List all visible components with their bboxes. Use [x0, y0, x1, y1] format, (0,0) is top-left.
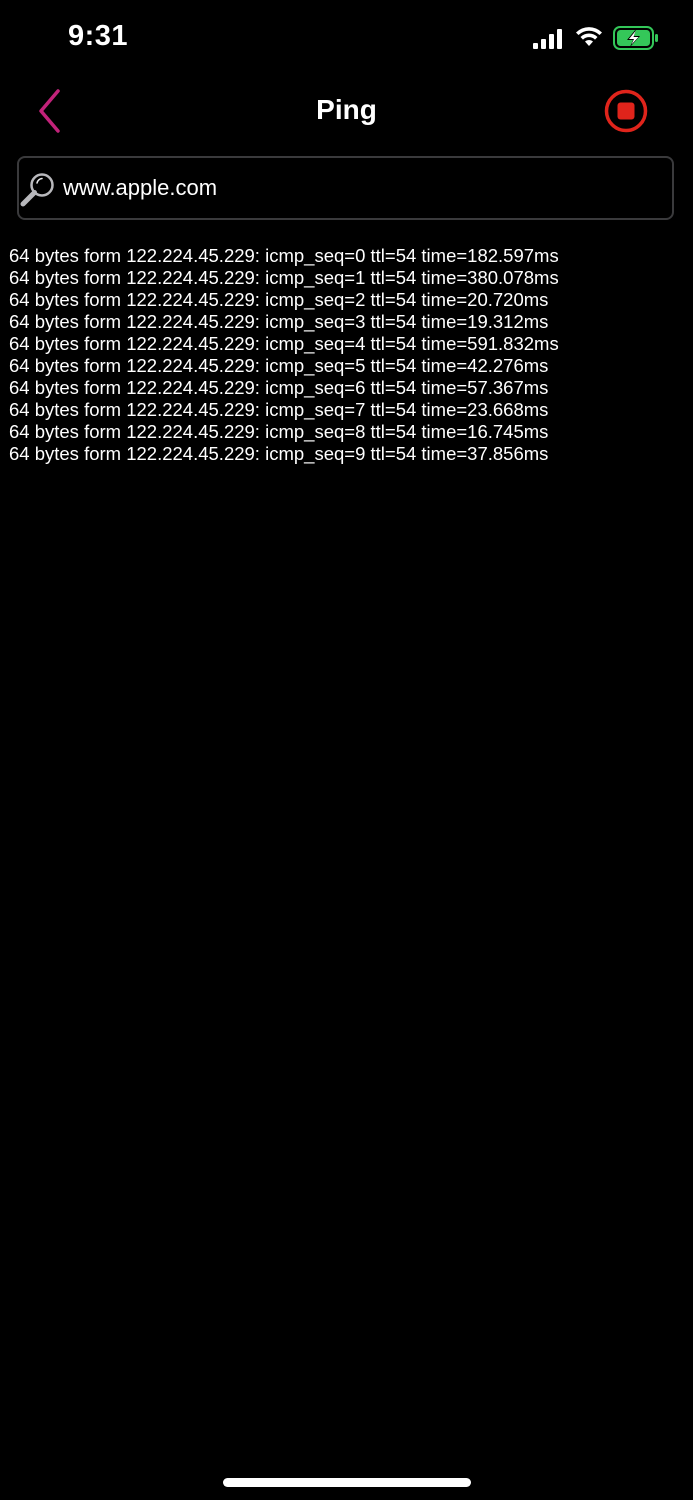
ping-result-line: 64 bytes form 122.224.45.229: icmp_seq=8… [9, 421, 549, 442]
ping-result-line: 64 bytes form 122.224.45.229: icmp_seq=2… [9, 289, 549, 310]
search-icon [20, 173, 54, 207]
ping-result-line: 64 bytes form 122.224.45.229: icmp_seq=6… [9, 377, 549, 398]
home-indicator[interactable] [223, 1478, 471, 1487]
search-input[interactable] [63, 168, 663, 208]
page-title: Ping [316, 94, 377, 125]
battery-charging-icon [613, 26, 658, 50]
wifi-icon [576, 27, 602, 46]
stop-circle-icon [604, 89, 648, 133]
nav-bar: Ping [0, 78, 693, 148]
status-time: 9:31 [68, 20, 129, 52]
stop-button[interactable] [603, 88, 649, 134]
ping-result-line: 64 bytes form 122.224.45.229: icmp_seq=3… [9, 311, 549, 332]
ping-result-line: 64 bytes form 122.224.45.229: icmp_seq=4… [9, 333, 559, 354]
search-field[interactable] [17, 156, 674, 220]
ping-output: 64 bytes form 122.224.45.229: icmp_seq=0… [9, 245, 689, 465]
ping-result-line: 64 bytes form 122.224.45.229: icmp_seq=0… [9, 245, 559, 266]
ping-result-line: 64 bytes form 122.224.45.229: icmp_seq=7… [9, 399, 549, 420]
ping-result-line: 64 bytes form 122.224.45.229: icmp_seq=5… [9, 355, 549, 376]
ping-result-line: 64 bytes form 122.224.45.229: icmp_seq=9… [9, 443, 549, 464]
status-bar: 9:31 [0, 0, 693, 78]
ping-result-line: 64 bytes form 122.224.45.229: icmp_seq=1… [9, 267, 559, 288]
signal-icon [533, 29, 562, 49]
